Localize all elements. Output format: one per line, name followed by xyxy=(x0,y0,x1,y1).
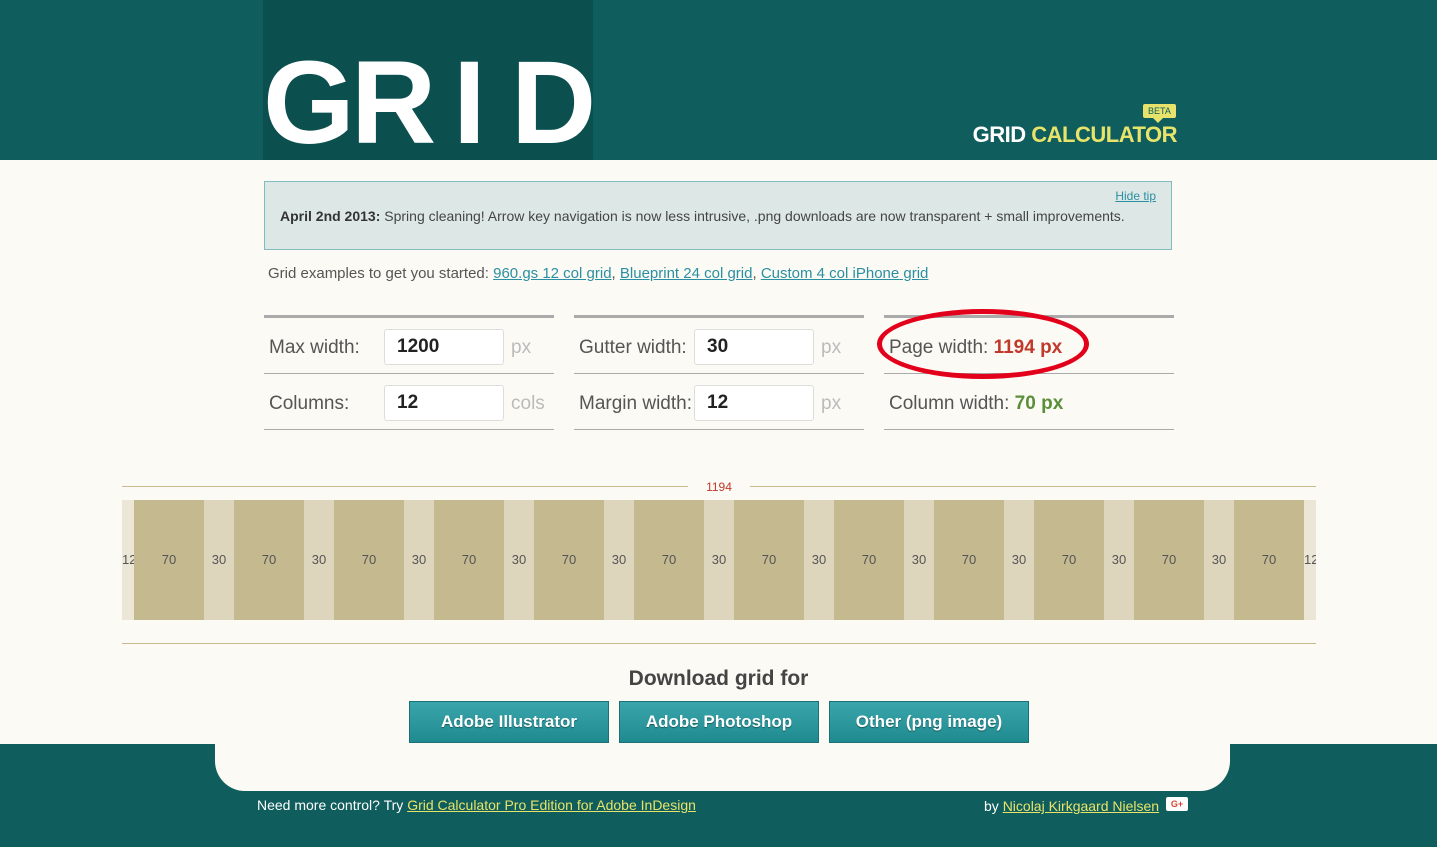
measure-line-left xyxy=(122,486,688,487)
gutter-width-input[interactable] xyxy=(694,329,814,365)
column-width-value: 70 px xyxy=(1014,393,1064,414)
measure-line-right xyxy=(750,486,1316,487)
grid-column: 70 xyxy=(1134,500,1204,620)
grid-gutter: 30 xyxy=(404,500,434,620)
grid-column: 70 xyxy=(534,500,604,620)
grid-margin-left: 12 xyxy=(122,500,134,620)
grid-examples: Grid examples to get you started: 960.gs… xyxy=(268,265,929,282)
grid-gutter: 30 xyxy=(304,500,334,620)
column-width-label: Column width: xyxy=(889,393,1010,414)
beta-badge: BETA xyxy=(1143,104,1176,123)
tip-date: April 2nd 2013: xyxy=(280,208,381,224)
tip-message: Spring cleaning! Arrow key navigation is… xyxy=(384,208,1125,224)
google-plus-icon[interactable]: G+ xyxy=(1166,797,1188,811)
download-title: Download grid for xyxy=(628,667,809,690)
grid-column: 70 xyxy=(1234,500,1304,620)
columns-row: Columns: cols xyxy=(264,373,554,430)
grid-column: 70 xyxy=(634,500,704,620)
gutter-width-unit: px xyxy=(821,337,842,358)
max-width-label: Max width: xyxy=(269,337,360,358)
example-link-960gs[interactable]: 960.gs 12 col grid xyxy=(493,265,611,282)
max-width-unit: px xyxy=(511,337,532,358)
footer-by-text: by xyxy=(984,798,999,814)
examples-intro: Grid examples to get you started: xyxy=(268,265,489,282)
grid-logo[interactable]: G R I D xyxy=(263,0,603,168)
grid-column: 70 xyxy=(1034,500,1104,620)
header: G R I D BETA GRID CALCULATOR xyxy=(0,0,1437,168)
settings-column-1: Max width: px Columns: cols xyxy=(264,315,554,430)
grid-preview: 12 70 30 70 30 70 30 70 30 70 30 70 30 70 30 70 30 70 30 70… xyxy=(122,500,1316,620)
grid-gutter: 30 xyxy=(604,500,634,620)
grid-column: 70 xyxy=(334,500,404,620)
grid-calculator-logo[interactable]: GRID CALCULATOR xyxy=(972,122,1178,148)
grid-gutter: 30 xyxy=(904,500,934,620)
grid-gutter: 30 xyxy=(704,500,734,620)
logo-letter-g: G xyxy=(263,37,355,169)
columns-label: Columns: xyxy=(269,393,350,414)
max-width-row: Max width: px xyxy=(264,315,554,373)
gutter-width-label: Gutter width: xyxy=(579,337,687,358)
grid-gutter: 30 xyxy=(1204,500,1234,620)
footer-notch xyxy=(215,744,1230,791)
logo-letter-i: I xyxy=(453,37,486,169)
footer-author: by Nicolaj Kirkgaard Nielsen xyxy=(984,798,1159,814)
download-illustrator-button[interactable]: Adobe Illustrator xyxy=(409,701,609,743)
margin-width-row: Margin width: px xyxy=(574,373,864,430)
grid-gutter: 30 xyxy=(1104,500,1134,620)
example-link-iphone[interactable]: Custom 4 col iPhone grid xyxy=(761,265,929,282)
settings-column-2: Gutter width: px Margin width: px xyxy=(574,315,864,430)
max-width-input[interactable] xyxy=(384,329,504,365)
download-photoshop-button[interactable]: Adobe Photoshop xyxy=(619,701,819,743)
grid-column: 70 xyxy=(134,500,204,620)
footer-promo: Need more control? Try Grid Calculator P… xyxy=(257,797,696,813)
tip-text: April 2nd 2013: Spring cleaning! Arrow k… xyxy=(280,208,1125,224)
grid-gutter: 30 xyxy=(204,500,234,620)
author-link[interactable]: Nicolaj Kirkgaard Nielsen xyxy=(1003,798,1159,814)
grid-gutter: 30 xyxy=(1004,500,1034,620)
grid-gutter: 30 xyxy=(504,500,534,620)
indesign-pro-link[interactable]: Grid Calculator Pro Edition for Adobe In… xyxy=(407,797,696,813)
gutter-width-row: Gutter width: px xyxy=(574,315,864,373)
footer-promo-text: Need more control? Try xyxy=(257,797,404,813)
calc-logo-word1: GRID xyxy=(972,122,1027,147)
logo-letter-r: R xyxy=(351,37,437,169)
grid-gutter: 30 xyxy=(804,500,834,620)
logo-letter-d: D xyxy=(511,37,597,169)
tip-box: Hide tip April 2nd 2013: Spring cleaning… xyxy=(264,181,1172,250)
grid-column: 70 xyxy=(234,500,304,620)
grid-margin-right: 12 xyxy=(1304,500,1316,620)
columns-unit: cols xyxy=(511,393,545,414)
grid-column: 70 xyxy=(834,500,904,620)
hide-tip-link[interactable]: Hide tip xyxy=(1115,189,1156,203)
margin-width-input[interactable] xyxy=(694,385,814,421)
grid-column: 70 xyxy=(734,500,804,620)
grid-column: 70 xyxy=(434,500,504,620)
example-link-blueprint[interactable]: Blueprint 24 col grid xyxy=(620,265,753,282)
columns-input[interactable] xyxy=(384,385,504,421)
margin-width-label: Margin width: xyxy=(579,393,692,414)
highlight-circle xyxy=(877,309,1089,379)
preview-bottom-line xyxy=(122,643,1316,644)
calc-logo-word2: CALCULATOR xyxy=(1031,122,1177,147)
grid-column: 70 xyxy=(934,500,1004,620)
download-png-button[interactable]: Other (png image) xyxy=(829,701,1029,743)
margin-width-unit: px xyxy=(821,393,842,414)
total-width-label: 1194 xyxy=(706,480,732,494)
column-width-result: Column width: 70 px xyxy=(889,393,1063,415)
column-width-row: Column width: 70 px xyxy=(884,373,1174,430)
